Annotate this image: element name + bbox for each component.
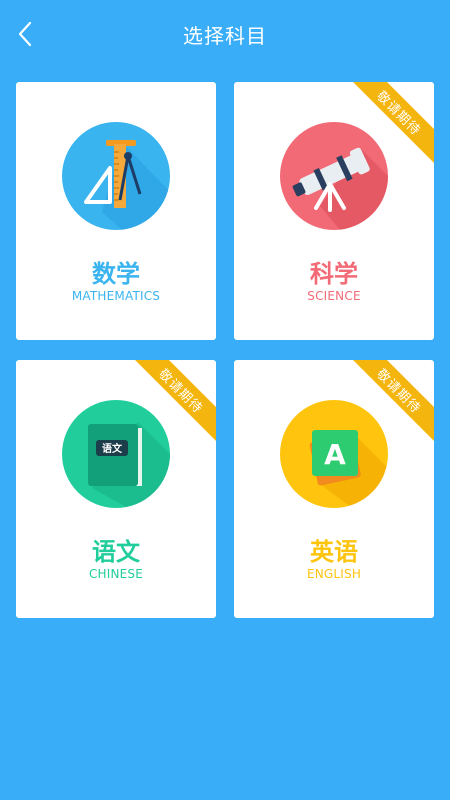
- subject-card-chinese[interactable]: 语文 语文 CHINESE 敬请期待: [16, 360, 216, 618]
- page-title: 选择科目: [183, 24, 267, 48]
- subject-card-english[interactable]: A 英语 ENGLISH 敬请期待: [234, 360, 434, 618]
- subject-english-name: CHINESE: [88, 567, 144, 581]
- subject-english-name: MATHEMATICS: [71, 289, 161, 303]
- subject-card-science[interactable]: 科学 SCIENCE 敬请期待: [234, 82, 434, 340]
- subject-card-math[interactable]: 数学 MATHEMATICS: [16, 82, 216, 340]
- chinese-icon-circle: 语文: [62, 400, 170, 508]
- subject-name: 语文: [92, 538, 140, 566]
- english-icon-circle: A: [280, 400, 388, 508]
- subject-name: 科学: [310, 260, 358, 288]
- science-icon-circle: [280, 122, 388, 230]
- subject-name: 英语: [310, 538, 358, 566]
- header: 选择科目: [0, 0, 450, 68]
- subject-name: 数学: [92, 260, 140, 288]
- telescope-icon: [292, 147, 388, 230]
- book-label: 语文: [102, 442, 123, 455]
- ruler-compass-icon: [84, 140, 170, 230]
- tile-letter: A: [324, 438, 346, 471]
- subject-english-name: SCIENCE: [307, 289, 361, 303]
- subject-english-name: ENGLISH: [306, 567, 362, 581]
- math-icon-circle: [62, 122, 170, 230]
- letter-a-icon: A: [309, 430, 388, 508]
- book-icon: 语文: [88, 422, 170, 508]
